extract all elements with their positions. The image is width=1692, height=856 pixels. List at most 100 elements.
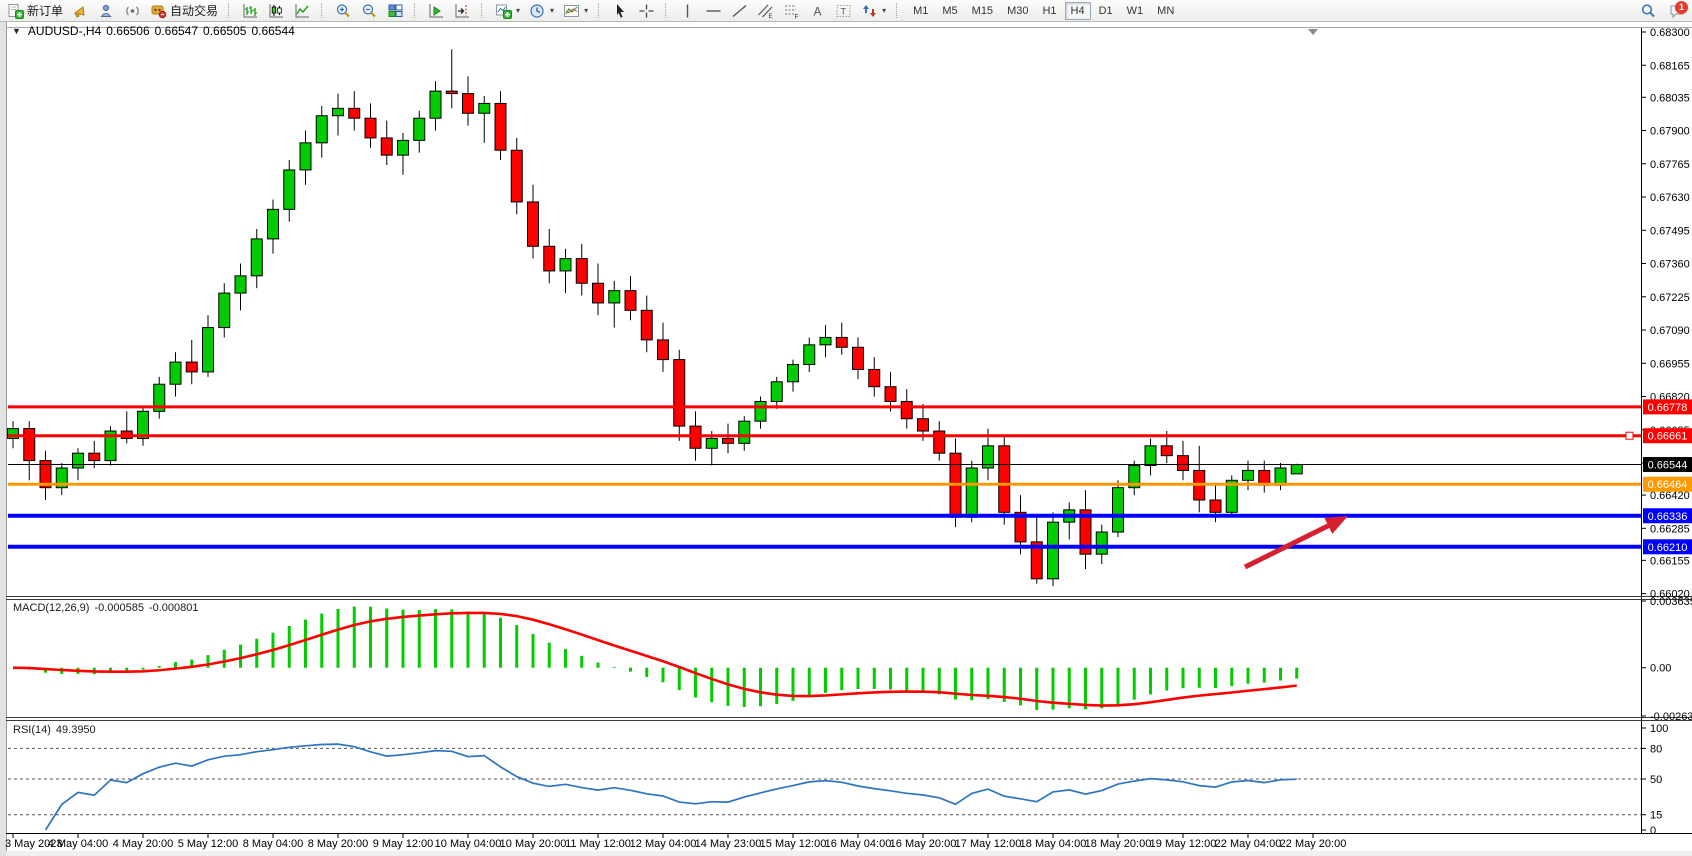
time-axis[interactable]: 3 May 20234 May 04:004 May 20:005 May 12… xyxy=(5,834,1346,851)
svg-text:50: 50 xyxy=(1650,774,1662,786)
candle-up xyxy=(170,362,181,384)
zoom-in-button[interactable] xyxy=(331,1,356,21)
timeframe-button-m30[interactable]: M30 xyxy=(1001,2,1034,20)
chart-expand-icon[interactable]: ▼ xyxy=(12,26,21,36)
chart-plot-area[interactable] xyxy=(8,28,1641,833)
tile-windows-icon xyxy=(387,3,404,19)
candle-up xyxy=(316,116,327,143)
svg-text:19 May 12:00: 19 May 12:00 xyxy=(1150,838,1217,850)
candle-up xyxy=(820,337,831,344)
svg-text:0.68165: 0.68165 xyxy=(1650,60,1690,72)
candle-down xyxy=(381,138,392,155)
crosshair-button[interactable] xyxy=(634,1,659,21)
ohlc-high: 0.66547 xyxy=(155,24,198,38)
candle-up xyxy=(560,259,571,271)
candle-up xyxy=(755,401,766,421)
rsi-indicator-label: RSI(14) 49.3950 xyxy=(13,724,96,736)
svg-text:0.67225: 0.67225 xyxy=(1650,292,1690,304)
indicators-button[interactable]: ▾ xyxy=(491,1,524,21)
candle-up xyxy=(398,140,409,155)
timeframe-button-mn[interactable]: MN xyxy=(1151,2,1180,20)
bar-chart-button[interactable] xyxy=(238,1,263,21)
signals-button[interactable] xyxy=(120,1,145,21)
svg-text:16 May 20:00: 16 May 20:00 xyxy=(890,838,957,850)
candle-down xyxy=(446,91,457,93)
equidistant-channel-button[interactable]: E xyxy=(753,1,778,21)
text-button[interactable]: A xyxy=(805,1,830,21)
tile-windows-button[interactable] xyxy=(383,1,408,21)
timeframe-button-m5[interactable]: M5 xyxy=(936,2,963,20)
trendline-icon xyxy=(731,3,748,19)
templates-icon xyxy=(563,3,580,19)
new-order-button[interactable]: 新订单 xyxy=(3,1,67,21)
new-order-icon xyxy=(7,3,24,19)
autotrading-button[interactable]: 自动交易 xyxy=(146,1,222,21)
timeframe-button-h1[interactable]: H1 xyxy=(1036,2,1062,20)
text-label-icon: T xyxy=(835,3,852,19)
line-chart-button[interactable] xyxy=(290,1,315,21)
timeframe-button-m15[interactable]: M15 xyxy=(966,2,999,20)
search-button[interactable] xyxy=(1636,1,1661,21)
community-button[interactable] xyxy=(94,1,119,21)
timeframe-button-w1[interactable]: W1 xyxy=(1121,2,1150,20)
svg-text:22 May 04:00: 22 May 04:00 xyxy=(1215,838,1282,850)
zoom-out-button[interactable] xyxy=(357,1,382,21)
svg-text:0.67630: 0.67630 xyxy=(1650,192,1690,204)
macd-value: -0.000585 xyxy=(94,602,144,614)
candle-up xyxy=(1291,465,1302,474)
autotrading-label: 自动交易 xyxy=(170,2,218,19)
candle-down xyxy=(463,94,474,114)
svg-text:E: E xyxy=(769,14,773,19)
svg-text:F: F xyxy=(795,13,799,19)
horizontal-line-button[interactable] xyxy=(701,1,726,21)
svg-text:11 May 12:00: 11 May 12:00 xyxy=(565,838,631,850)
toolbar-separator xyxy=(481,3,486,18)
svg-text:A: A xyxy=(814,4,822,18)
candle-up xyxy=(1275,468,1286,485)
candle-down xyxy=(625,291,636,311)
svg-text:0.66464: 0.66464 xyxy=(1648,479,1688,491)
candle-up xyxy=(219,293,230,327)
text-label-button[interactable]: T xyxy=(831,1,856,21)
svg-text:0.68035: 0.68035 xyxy=(1650,92,1690,104)
candlestick-chart-button[interactable] xyxy=(264,1,289,21)
candle-up xyxy=(268,209,279,239)
svg-text:0.66155: 0.66155 xyxy=(1650,555,1690,567)
timeframe-button-h4[interactable]: H4 xyxy=(1065,2,1091,20)
chart-shift-button[interactable] xyxy=(450,1,475,21)
search-icon xyxy=(1640,3,1657,19)
svg-text:15 May 12:00: 15 May 12:00 xyxy=(760,838,827,850)
chat-button[interactable]: 1 xyxy=(1665,1,1687,21)
cursor-button[interactable] xyxy=(608,1,633,21)
dropdown-caret-icon: ▾ xyxy=(516,6,520,15)
chart-canvas[interactable]: 0.683000.681650.680350.679000.677650.676… xyxy=(0,0,1692,856)
timeframe-button-m1[interactable]: M1 xyxy=(907,2,934,20)
svg-text:17 May 12:00: 17 May 12:00 xyxy=(955,838,1022,850)
svg-text:8 May 20:00: 8 May 20:00 xyxy=(308,838,369,850)
main-toolbar: 新订单 xyxy=(0,0,1692,22)
candle-down xyxy=(186,362,197,372)
timeframe-button-d1[interactable]: D1 xyxy=(1093,2,1119,20)
auto-scroll-button[interactable] xyxy=(424,1,449,21)
mt4-terminal-window: 新订单 xyxy=(0,0,1692,856)
svg-text:16 May 04:00: 16 May 04:00 xyxy=(825,838,892,850)
candle-up xyxy=(804,345,815,365)
line-chart-icon xyxy=(294,3,311,19)
candle-down xyxy=(674,360,685,427)
candle-down xyxy=(999,446,1010,513)
megaphone-button[interactable] xyxy=(68,1,93,21)
trendline-button[interactable] xyxy=(727,1,752,21)
fibonacci-icon: F xyxy=(783,3,800,19)
line-endpoint-marker[interactable] xyxy=(1626,432,1633,439)
chart-title: ▼ AUDUSD-,H4 0.66506 0.66547 0.66505 0.6… xyxy=(12,24,295,38)
horizontal-line-icon xyxy=(705,3,722,19)
templates-button[interactable]: ▾ xyxy=(559,1,592,21)
svg-text:14 May 23:00: 14 May 23:00 xyxy=(695,838,762,850)
periods-button[interactable]: ▾ xyxy=(525,1,558,21)
arrows-button[interactable]: ▾ xyxy=(857,1,890,21)
fibonacci-button[interactable]: F xyxy=(779,1,804,21)
svg-text:-0.00263: -0.00263 xyxy=(1650,711,1692,723)
svg-text:0.66544: 0.66544 xyxy=(1648,460,1688,472)
vertical-line-button[interactable] xyxy=(675,1,700,21)
svg-text:0.003635: 0.003635 xyxy=(1650,596,1692,608)
